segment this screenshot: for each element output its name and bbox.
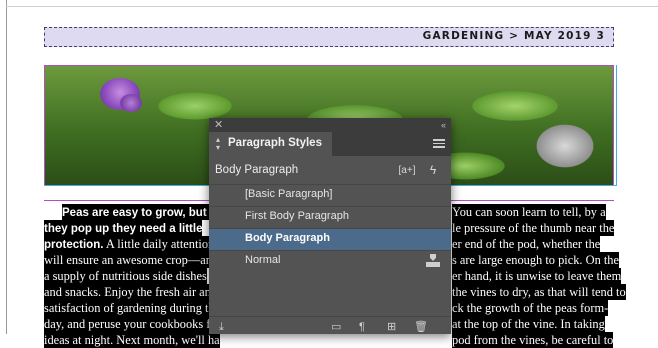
style-item-label: First Body Paragraph <box>245 210 349 222</box>
trash-icon[interactable]: 🗑 <box>414 321 428 333</box>
body-line: Peas are easy to grow, but o <box>62 204 217 220</box>
style-item-label: Body Paragraph <box>245 232 330 244</box>
page-edge <box>6 0 7 334</box>
folder-icon[interactable]: ▭ <box>331 321 341 333</box>
page-edge-top <box>6 6 658 7</box>
frame-guide-vertical <box>616 65 617 186</box>
import-icon <box>426 254 440 268</box>
body-line: er hand, it is unwise to leave them <box>452 268 622 284</box>
body-line: day, and peruse your cookbooks fo <box>44 316 217 332</box>
load-styles-icon[interactable]: ⤓ <box>219 321 224 333</box>
running-header: GARDENING > MAY 2019 3 <box>422 30 605 42</box>
body-line: le pressure of the thumb near the <box>452 220 615 236</box>
body-line: ideas at night. Next month, we'll ha <box>44 332 220 348</box>
style-item-label: [Basic Paragraph] <box>245 188 333 200</box>
body-line: they pop up they need a little <box>44 220 203 236</box>
body-line: er end of the pod, whether the <box>452 236 601 252</box>
menu-icon[interactable] <box>433 139 445 148</box>
new-style-icon[interactable]: ⊞ <box>387 321 396 333</box>
body-line: s are large enough to pick. On the <box>452 252 619 268</box>
current-style-label: Body Paragraph <box>215 164 299 176</box>
style-item-first-body-paragraph[interactable]: First Body Paragraph <box>209 206 451 228</box>
header-text-frame[interactable]: GARDENING > MAY 2019 3 <box>44 27 614 47</box>
collapse-icon[interactable]: ‹‹ <box>441 118 446 132</box>
body-line: pod from the vines, be careful to <box>452 332 614 348</box>
style-item-basic-paragraph[interactable]: [Basic Paragraph] <box>209 184 451 206</box>
paragraph-styles-panel[interactable]: ✕ ‹‹ ▴ ▾ Paragraph Styles Body Paragraph … <box>209 118 451 334</box>
style-item-body-paragraph[interactable]: Body Paragraph <box>209 228 451 250</box>
panel-footer: ⤓ ▭ ¶ ⊞ 🗑 <box>209 316 451 335</box>
style-item-normal[interactable]: Normal <box>209 250 451 272</box>
body-line: You can soon learn to tell, by a <box>452 204 606 220</box>
body-line: the vines to dry, as that will tend to <box>452 284 626 300</box>
body-line: a supply of nutritious side dishes <box>44 268 207 284</box>
lightning-icon[interactable]: ϟ <box>426 162 440 179</box>
body-line: at the top of the vine. In taking <box>452 316 605 332</box>
pea-flower-bud-image <box>120 94 142 112</box>
panel-tab-row: ▴ ▾ Paragraph Styles <box>209 132 451 156</box>
panel-title: Paragraph Styles <box>228 137 322 149</box>
tab-paragraph-styles[interactable]: ▴ ▾ Paragraph Styles <box>209 132 332 156</box>
close-icon[interactable]: ✕ <box>214 118 223 132</box>
expand-collapse-arrows-icon[interactable]: ▴ ▾ <box>216 136 220 152</box>
body-line: satisfaction of gardening during th <box>44 300 215 316</box>
current-style-row: Body Paragraph [a+] ϟ <box>209 160 451 182</box>
style-item-label: Normal <box>245 254 281 266</box>
body-line: will ensure an awesome crop—and <box>44 252 219 268</box>
clear-overrides-icon[interactable]: ¶ <box>359 321 365 333</box>
body-line: ck the growth of the peas form- <box>452 300 609 316</box>
panel-title-bar[interactable]: ✕ ‹‹ <box>209 118 451 132</box>
body-line: protection. A little daily attention <box>44 236 215 252</box>
body-line: and snacks. Enjoy the fresh air and <box>44 284 218 300</box>
create-style-override-button[interactable]: [a+] <box>398 163 416 178</box>
